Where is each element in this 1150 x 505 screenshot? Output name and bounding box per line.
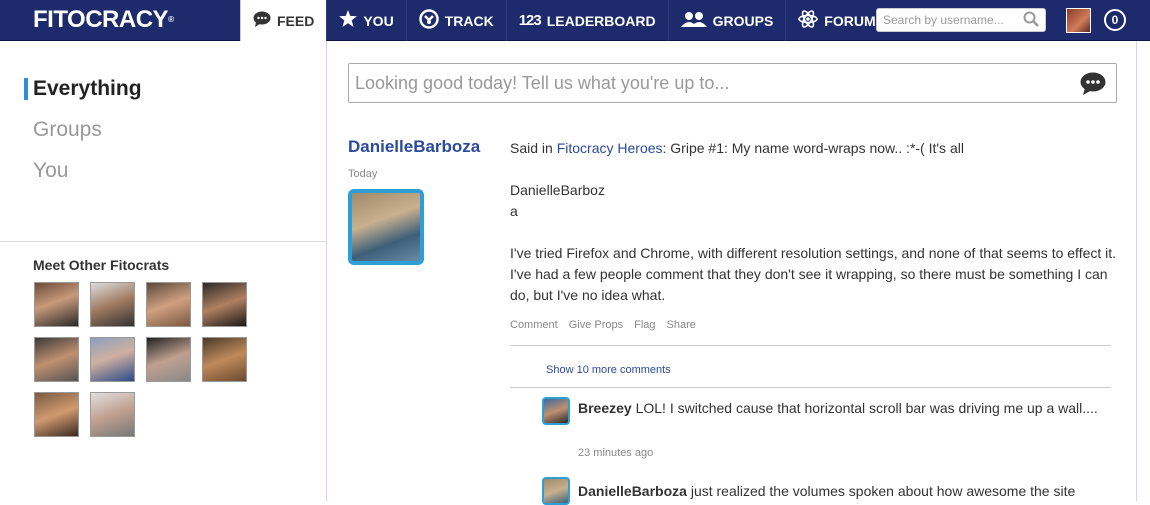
give-props-link[interactable]: Give Props — [569, 319, 623, 331]
fitocrat-avatar[interactable] — [146, 337, 191, 382]
fitocrat-avatar[interactable] — [202, 337, 247, 382]
star-icon — [339, 10, 358, 31]
nav-you[interactable]: YOU — [326, 0, 405, 41]
said-in-prefix: Said in — [510, 140, 557, 156]
comment-text: DanielleBarboza just realized the volume… — [578, 481, 1098, 502]
comment-body: LOL! I switched cause that horizontal sc… — [635, 400, 1098, 416]
nav-forum[interactable]: FORUM — [785, 0, 887, 41]
post-author-avatar[interactable] — [348, 189, 424, 265]
divider — [510, 387, 1111, 388]
fitocrat-avatar[interactable] — [202, 282, 247, 327]
group-link[interactable]: Fitocracy Heroes — [557, 140, 663, 156]
nav-groups[interactable]: GROUPS — [667, 0, 786, 41]
post-said-in: Said in Fitocracy Heroes: Gripe #1: My n… — [510, 138, 1120, 159]
fitocrat-avatar[interactable] — [90, 392, 135, 437]
show-more-comments-link[interactable]: Show 10 more comments — [546, 364, 671, 376]
fitocrat-avatar[interactable] — [34, 282, 79, 327]
comment-body: just realized the volumes spoken about h… — [690, 483, 1076, 499]
post-body: Said in Fitocracy Heroes: Gripe #1: My n… — [510, 138, 1120, 306]
comment-time: 23 minutes ago — [578, 447, 654, 459]
people-icon — [680, 11, 707, 31]
flag-link[interactable]: Flag — [634, 319, 655, 331]
post-status-icon[interactable] — [1080, 72, 1106, 96]
share-link[interactable]: Share — [667, 319, 696, 331]
speech-bubble-icon — [253, 11, 271, 31]
fitocrat-avatar[interactable] — [146, 282, 191, 327]
divider — [510, 345, 1111, 346]
meet-fitocrats-heading: Meet Other Fitocrats — [33, 257, 170, 273]
kettlebell-icon — [418, 8, 439, 33]
nav-feed[interactable]: FEED — [240, 0, 327, 41]
notification-badge[interactable]: 0 — [1104, 9, 1126, 31]
fitocrat-avatar[interactable] — [90, 337, 135, 382]
post-author[interactable]: DanielleBarboza — [348, 137, 480, 157]
said-in-text: : Gripe #1: My name word-wraps now.. :*-… — [662, 140, 964, 156]
username-search — [876, 8, 1046, 32]
active-indicator — [24, 78, 28, 100]
status-input[interactable] — [355, 72, 1055, 94]
comment-author[interactable]: Breezey — [578, 400, 632, 416]
fitocrat-avatar[interactable] — [90, 282, 135, 327]
nav-track-label: TRACK — [444, 12, 494, 29]
search-icon[interactable] — [1023, 11, 1039, 27]
feed-panel: DanielleBarboza Today Said in Fitocracy … — [326, 41, 1137, 505]
leaderboard-prefix: 123 — [518, 11, 542, 29]
nav-leaderboard[interactable]: 123 LEADERBOARD — [505, 0, 668, 41]
fitocrat-avatar[interactable] — [34, 337, 79, 382]
atom-icon — [798, 9, 819, 33]
nav-leaderboard-label: LEADERBOARD — [546, 12, 656, 29]
user-avatar[interactable] — [1066, 8, 1091, 33]
comment-link[interactable]: Comment — [510, 319, 558, 331]
search-input[interactable] — [883, 9, 1023, 31]
numbers-icon: 123 — [518, 11, 542, 29]
feed-filter-groups[interactable]: Groups — [33, 118, 102, 142]
status-box — [348, 63, 1117, 103]
comment-author[interactable]: DanielleBarboza — [578, 483, 687, 499]
feed-filter-everything[interactable]: Everything — [33, 77, 142, 101]
post-date: Today — [348, 168, 378, 180]
nav-forum-label: FORUM — [824, 12, 876, 29]
comment-text: Breezey LOL! I switched cause that horiz… — [578, 398, 1098, 419]
trademark-symbol: ® — [168, 15, 174, 24]
top-navigation-bar: FITOCRACY® FEED YOU TRACK 123 LEADERBOAR… — [0, 0, 1150, 41]
post-paragraph: I've tried Firefox and Chrome, with diff… — [510, 245, 1117, 303]
left-sidebar: Everything Groups You Meet Other Fitocra… — [0, 41, 326, 494]
comment-avatar[interactable] — [542, 477, 570, 505]
nav-feed-label: FEED — [277, 12, 315, 29]
feed-filter-you[interactable]: You — [33, 159, 68, 183]
post-actions: Comment Give Props Flag Share — [510, 319, 696, 331]
fitocracy-logo[interactable]: FITOCRACY® — [33, 6, 174, 33]
logo-text: FITOCRACY — [33, 6, 169, 33]
fitocrat-avatar[interactable] — [34, 392, 79, 437]
nav-track[interactable]: TRACK — [405, 0, 506, 41]
nav-groups-label: GROUPS — [712, 12, 774, 29]
post-line: a — [510, 203, 518, 219]
nav-you-label: YOU — [363, 12, 394, 29]
comment-avatar[interactable] — [542, 397, 570, 425]
main-nav: FEED YOU TRACK 123 LEADERBOARD GROUPS FO… — [240, 0, 888, 41]
sidebar-divider — [0, 241, 326, 242]
post-line: DanielleBarboz — [510, 182, 605, 198]
